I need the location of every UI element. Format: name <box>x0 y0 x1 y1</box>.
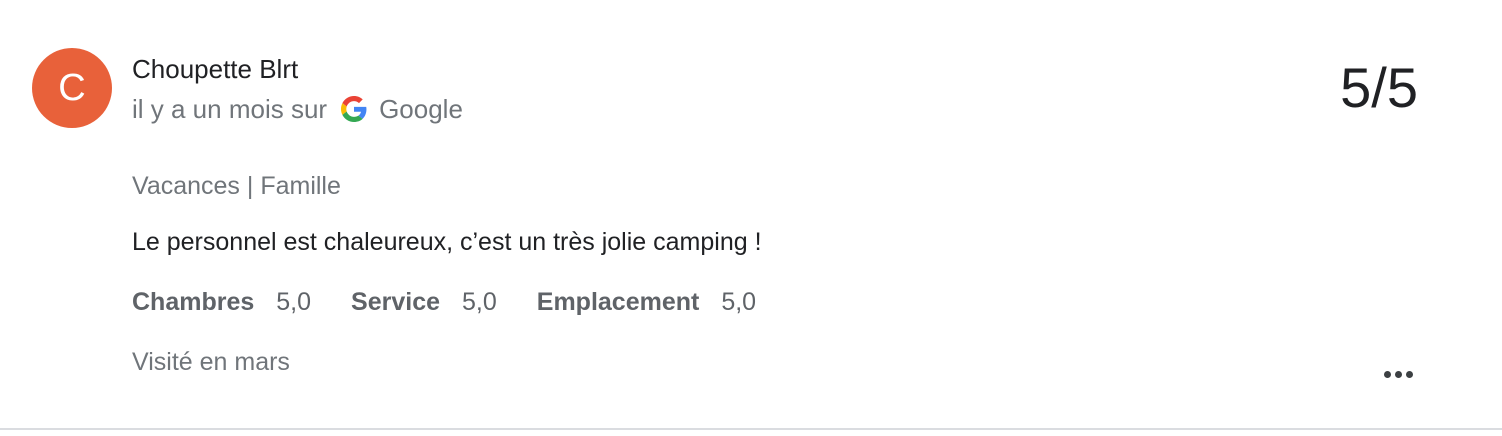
rating-value: 5,0 <box>462 288 497 316</box>
rating-service: Service 5,0 <box>351 288 497 317</box>
rating-value: 5,0 <box>721 288 757 316</box>
rating-value: 5,0 <box>276 288 312 316</box>
rating-label: Service <box>351 288 440 316</box>
review-source: Google <box>379 93 463 124</box>
visit-date: Visité en mars <box>132 348 290 376</box>
more-horizontal-icon <box>1394 370 1402 378</box>
rating-emplacement: Emplacement 5,0 <box>537 288 756 317</box>
rating-label: Emplacement <box>536 288 700 316</box>
rating-chambres: Chambres 5,0 <box>132 288 311 317</box>
more-horizontal-icon <box>1383 370 1391 378</box>
category-ratings: Chambres 5,0 Service 5,0 Emplacement 5,0 <box>132 288 796 317</box>
review-meta: il y a un mois sur Google <box>132 92 463 126</box>
review-score: 5/5 <box>1340 56 1418 119</box>
divider <box>0 428 1502 430</box>
more-horizontal-icon <box>1405 370 1413 378</box>
author-name[interactable]: Choupette Blrt <box>132 54 298 85</box>
rating-label: Chambres <box>132 288 255 316</box>
review-card: C Choupette Blrt il y a un mois sur Goog… <box>0 0 1502 429</box>
review-text: Le personnel est chaleureux, c’est un tr… <box>132 228 762 256</box>
more-options-button[interactable] <box>1378 362 1418 386</box>
avatar[interactable]: C <box>32 48 112 128</box>
trip-type: Vacances | Famille <box>132 172 341 200</box>
google-g-icon <box>341 96 367 122</box>
review-time: il y a un mois sur <box>132 93 328 124</box>
